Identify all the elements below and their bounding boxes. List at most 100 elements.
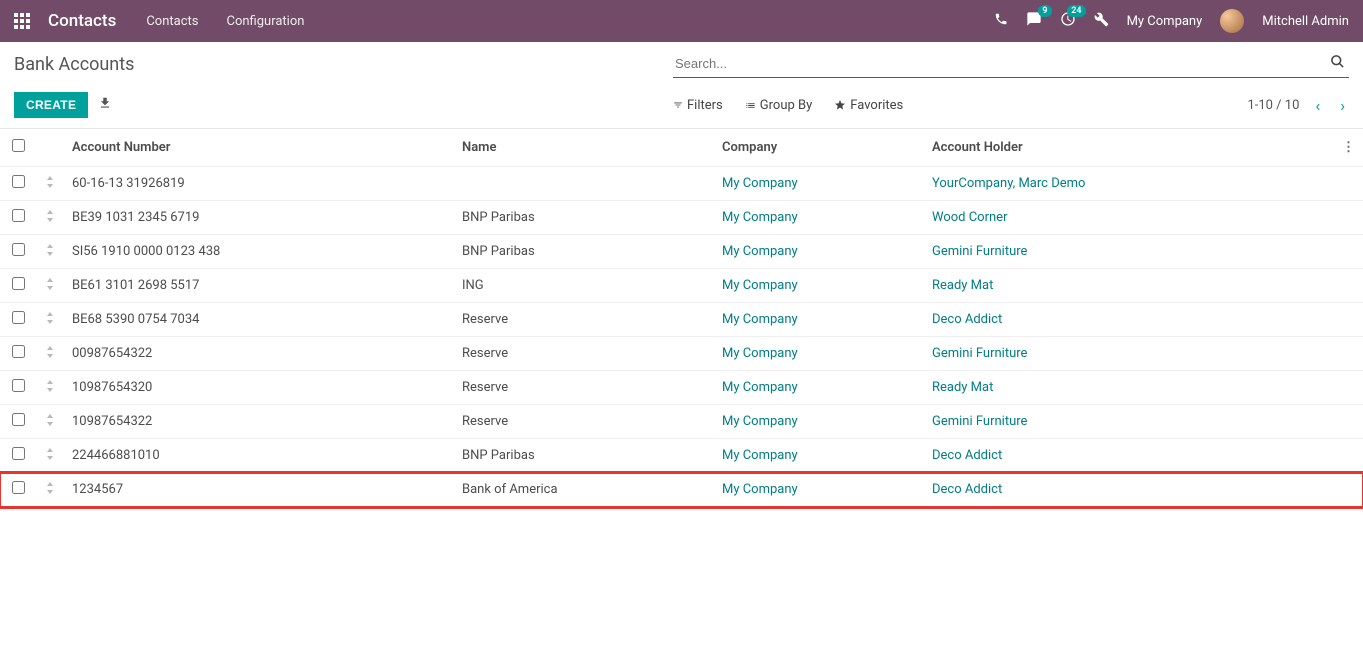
app-brand[interactable]: Contacts <box>48 11 116 31</box>
cell-account-holder: Deco Addict <box>924 439 1334 473</box>
holder-link[interactable]: Ready Mat <box>932 380 993 395</box>
company-link[interactable]: My Company <box>722 278 798 293</box>
drag-handle-icon[interactable] <box>36 405 64 439</box>
drag-handle-icon[interactable] <box>36 473 64 507</box>
row-checkbox[interactable] <box>12 277 25 290</box>
holder-link[interactable]: YourCompany, Marc Demo <box>932 176 1085 191</box>
cell-account-number: 224466881010 <box>64 439 454 473</box>
holder-link[interactable]: Gemini Furniture <box>932 346 1027 361</box>
row-checkbox[interactable] <box>12 447 25 460</box>
cell-company: My Company <box>714 371 924 405</box>
company-switcher[interactable]: My Company <box>1127 14 1203 29</box>
messages-icon[interactable]: 9 <box>1026 11 1042 31</box>
nav-menu-configuration[interactable]: Configuration <box>226 14 304 29</box>
row-checkbox[interactable] <box>12 243 25 256</box>
pager-text[interactable]: 1-10 / 10 <box>1247 98 1299 113</box>
cell-company: My Company <box>714 405 924 439</box>
table-row[interactable]: SI56 1910 0000 0123 438BNP ParibasMy Com… <box>0 235 1363 269</box>
holder-link[interactable]: Wood Corner <box>932 210 1007 225</box>
user-menu[interactable]: Mitchell Admin <box>1262 14 1349 29</box>
activities-icon[interactable]: 24 <box>1060 11 1076 31</box>
drag-handle-icon[interactable] <box>36 371 64 405</box>
star-icon <box>834 99 846 111</box>
search-container <box>673 50 1349 78</box>
row-checkbox[interactable] <box>12 175 25 188</box>
company-link[interactable]: My Company <box>722 346 798 361</box>
company-link[interactable]: My Company <box>722 210 798 225</box>
cell-name: Reserve <box>454 405 714 439</box>
create-button[interactable]: CREATE <box>14 92 88 118</box>
holder-link[interactable]: Deco Addict <box>932 482 1002 497</box>
cell-name: BNP Paribas <box>454 439 714 473</box>
phone-icon[interactable] <box>994 12 1008 30</box>
col-account-holder[interactable]: Account Holder <box>924 129 1334 167</box>
cell-company: My Company <box>714 439 924 473</box>
company-link[interactable]: My Company <box>722 482 798 497</box>
pager-next[interactable]: › <box>1336 96 1349 115</box>
company-link[interactable]: My Company <box>722 414 798 429</box>
holder-link[interactable]: Ready Mat <box>932 278 993 293</box>
holder-link[interactable]: Deco Addict <box>932 312 1002 327</box>
cell-account-holder: Gemini Furniture <box>924 235 1334 269</box>
favorites-button[interactable]: Favorites <box>834 98 903 113</box>
select-all-checkbox[interactable] <box>12 139 25 152</box>
table-row[interactable]: BE68 5390 0754 7034ReserveMy CompanyDeco… <box>0 303 1363 337</box>
pager-prev[interactable]: ‹ <box>1311 96 1324 115</box>
row-checkbox[interactable] <box>12 481 25 494</box>
table-row[interactable]: BE39 1031 2345 6719BNP ParibasMy Company… <box>0 201 1363 235</box>
drag-handle-icon[interactable] <box>36 235 64 269</box>
table-row[interactable]: 60-16-13 31926819My CompanyYourCompany, … <box>0 167 1363 201</box>
cell-company: My Company <box>714 303 924 337</box>
table-row[interactable]: 10987654322ReserveMy CompanyGemini Furni… <box>0 405 1363 439</box>
page-title: Bank Accounts <box>14 54 134 75</box>
drag-handle-icon[interactable] <box>36 439 64 473</box>
company-link[interactable]: My Company <box>722 244 798 259</box>
holder-link[interactable]: Gemini Furniture <box>932 244 1027 259</box>
table-row[interactable]: 00987654322ReserveMy CompanyGemini Furni… <box>0 337 1363 371</box>
drag-handle-icon[interactable] <box>36 269 64 303</box>
cell-account-number: SI56 1910 0000 0123 438 <box>64 235 454 269</box>
drag-handle-icon[interactable] <box>36 167 64 201</box>
row-checkbox[interactable] <box>12 379 25 392</box>
company-link[interactable]: My Company <box>722 312 798 327</box>
col-name[interactable]: Name <box>454 129 714 167</box>
cell-account-holder: Gemini Furniture <box>924 337 1334 371</box>
row-checkbox[interactable] <box>12 345 25 358</box>
search-input[interactable] <box>673 50 1349 77</box>
export-button[interactable] <box>98 96 112 114</box>
drag-handle-icon[interactable] <box>36 337 64 371</box>
optional-columns-icon[interactable]: ⋮ <box>1334 129 1363 167</box>
cell-company: My Company <box>714 235 924 269</box>
table-row[interactable]: BE61 3101 2698 5517INGMy CompanyReady Ma… <box>0 269 1363 303</box>
col-company[interactable]: Company <box>714 129 924 167</box>
user-avatar[interactable] <box>1220 9 1244 33</box>
nav-menu-contacts[interactable]: Contacts <box>146 14 198 29</box>
drag-handle-icon[interactable] <box>36 201 64 235</box>
col-account-number[interactable]: Account Number <box>64 129 454 167</box>
row-checkbox[interactable] <box>12 413 25 426</box>
row-checkbox[interactable] <box>12 209 25 222</box>
table-row[interactable]: 10987654320ReserveMy CompanyReady Mat <box>0 371 1363 405</box>
tools-icon[interactable] <box>1094 12 1109 31</box>
cell-account-number: 1234567 <box>64 473 454 507</box>
table-row[interactable]: 224466881010BNP Paribas My Company Deco Ad… <box>0 439 1363 473</box>
row-checkbox[interactable] <box>12 311 25 324</box>
drag-handle-icon[interactable] <box>36 303 64 337</box>
nav-menu: Contacts Configuration <box>146 14 304 29</box>
cell-account-number: 00987654322 <box>64 337 454 371</box>
search-icon[interactable] <box>1330 54 1345 73</box>
apps-icon[interactable] <box>14 13 30 29</box>
holder-link[interactable]: Gemini Furniture <box>932 414 1027 429</box>
cell-company: My Company <box>714 201 924 235</box>
cell-company: My Company <box>714 269 924 303</box>
company-link[interactable]: My Company <box>722 176 798 191</box>
filters-button[interactable]: Filters <box>673 98 723 113</box>
company-link[interactable]: My Company <box>722 380 798 395</box>
groupby-button[interactable]: Group By <box>745 98 813 113</box>
bank-accounts-table: Account Number Name Company Account Hold… <box>0 129 1363 507</box>
holder-link[interactable]: Deco Addict <box>932 448 1002 463</box>
company-link[interactable]: My Company <box>722 448 798 463</box>
table-row[interactable]: 1234567Bank of AmericaMy CompanyDeco Add… <box>0 473 1363 507</box>
cell-account-holder: Wood Corner <box>924 201 1334 235</box>
list-icon <box>745 100 756 111</box>
